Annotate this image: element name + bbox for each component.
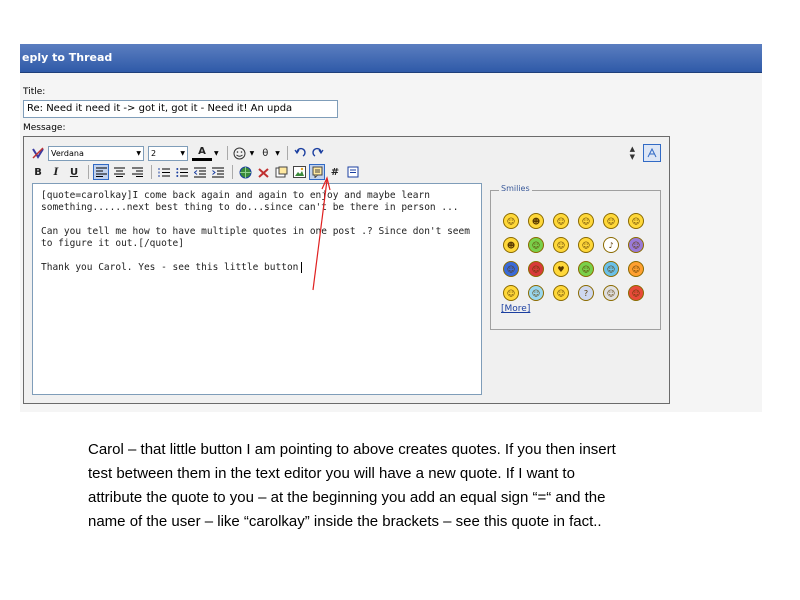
caption-text: Carol – that little button I am pointing… — [88, 438, 778, 534]
caption-line: name of the user – like “carolkay” insid… — [88, 513, 602, 530]
caption-line: Carol – that little button I am pointing… — [88, 441, 616, 458]
caption-line: test between them in the text editor you… — [88, 465, 575, 482]
caption-line: attribute the quote to you – at the begi… — [88, 489, 606, 506]
